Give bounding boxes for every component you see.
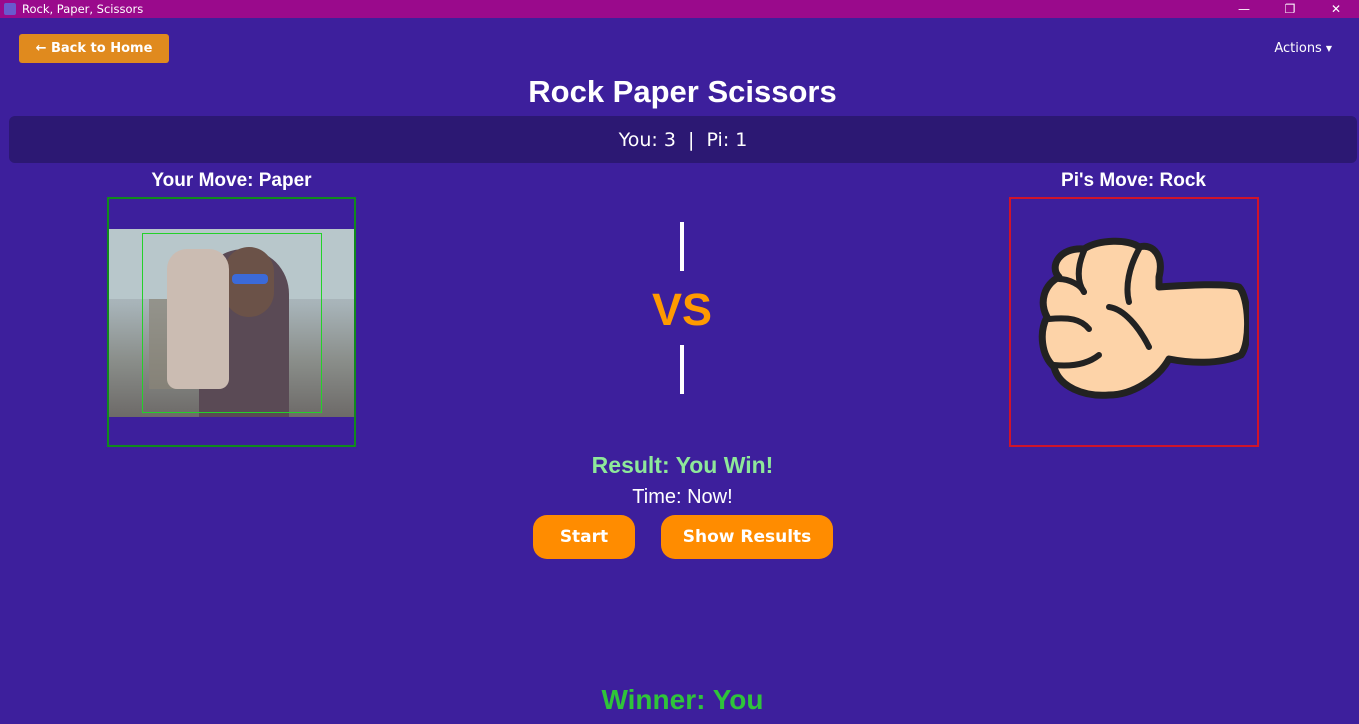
score-bar: You: 3 | Pi: 1 [9,116,1357,163]
chevron-down-icon: ▼ [1325,44,1332,53]
window-title: Rock, Paper, Scissors [22,2,144,16]
your-move-frame [107,197,356,447]
result-text: Result: You Win! [591,452,774,478]
window-controls: — ❐ ✕ [1221,0,1359,18]
pi-move-frame [1009,197,1259,447]
app-icon [4,3,16,15]
close-button[interactable]: ✕ [1313,0,1359,18]
vs-label: VS [651,284,713,335]
back-to-home-button[interactable]: ← Back to Home [19,34,169,63]
title-bar: Rock, Paper, Scissors — ❐ ✕ [0,0,1359,18]
actions-menu[interactable]: Actions ▼ [1274,41,1332,56]
vs-divider-top [680,222,684,271]
vs-divider-bottom [680,345,684,394]
page-title: Rock Paper Scissors [528,74,837,109]
pi-move-label: Pi's Move: Rock [1061,170,1206,191]
actions-label: Actions [1274,41,1322,56]
start-button[interactable]: Start [533,515,635,559]
show-results-button[interactable]: Show Results [661,515,833,559]
camera-feed [109,229,354,417]
minimize-button[interactable]: — [1221,0,1267,18]
time-text: Time: Now! [632,486,733,508]
winner-text: Winner: You [601,684,764,715]
restore-button[interactable]: ❐ [1267,0,1313,18]
your-move-label: Your Move: Paper [151,170,312,191]
hand-detection-box [142,233,322,413]
rock-fist-icon [1038,237,1249,399]
